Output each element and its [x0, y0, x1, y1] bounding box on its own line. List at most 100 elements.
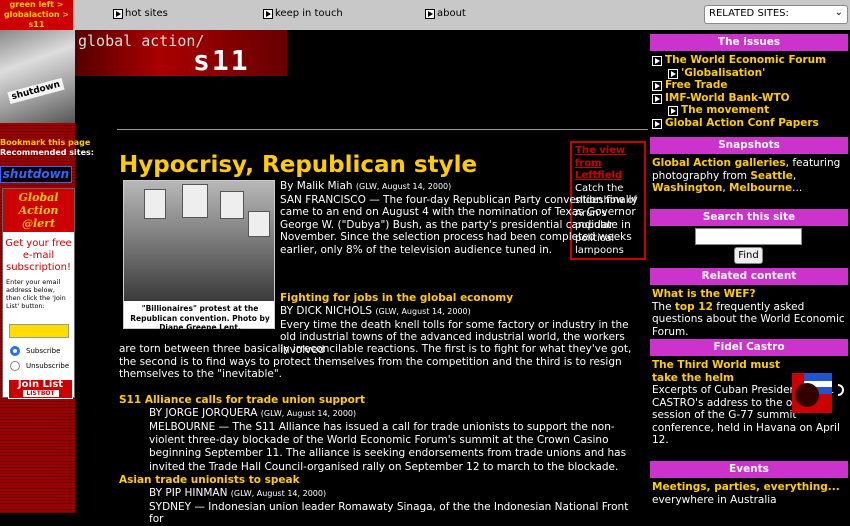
protest-sign	[144, 189, 166, 219]
story2-title[interactable]: Fighting for jobs in the global economy	[280, 292, 640, 305]
story3-title[interactable]: S11 Alliance calls for trade union suppo…	[119, 394, 642, 407]
search-input[interactable]	[695, 228, 802, 245]
join-list-button[interactable]: Join List LISTBOT	[8, 379, 73, 399]
story3-dateline: (GLW, August 14, 2000)	[260, 409, 357, 418]
banner-line1: global action/	[78, 32, 205, 50]
issue-label: Free Trade	[665, 79, 728, 91]
find-button[interactable]: Find	[734, 247, 763, 264]
view-title-line1: The view	[575, 145, 626, 156]
related-sites-select[interactable]: RELATED SITES: ⌄	[704, 5, 848, 24]
unsubscribe-option[interactable]: Unsubscribe	[10, 361, 74, 371]
story1-dateline: (GLW, August 14, 2000)	[355, 182, 452, 191]
snapshots-header: Snapshots	[650, 137, 848, 154]
related-pre: The	[652, 300, 675, 313]
breadcrumb-green-left[interactable]: green left >	[0, 0, 73, 10]
snapshots-text: Global Action galleries, featuring photo…	[650, 155, 848, 197]
story4-byline: BY PIP HINMAN	[149, 487, 228, 499]
story3-body: MELBOURNE — The S11 Alliance has issued …	[149, 420, 627, 473]
story3-byline: BY JORGE JORQUERA	[149, 407, 258, 419]
fidel-castro-header: Fidel Castro	[650, 339, 848, 356]
radio-selected-icon[interactable]	[10, 346, 20, 356]
play-arrow-icon	[425, 8, 435, 19]
events-link[interactable]: Meetings, parties, everything...	[652, 481, 846, 494]
seattle-link[interactable]: Seattle	[750, 170, 793, 182]
story4-title[interactable]: Asian trade unionists to speak	[119, 474, 642, 487]
join-list-label: Join List	[17, 379, 64, 390]
top12-link[interactable]: top 12	[675, 301, 713, 313]
nav-about[interactable]: about	[425, 8, 466, 19]
breadcrumb-s11[interactable]: s11	[0, 20, 73, 30]
photo-caption: "Billionaires" protest at the Republican…	[130, 304, 270, 332]
breadcrumb-globalaction[interactable]: globalaction >	[0, 10, 73, 20]
play-arrow-icon	[263, 8, 273, 19]
photo-image	[124, 181, 274, 301]
play-arrow-icon	[652, 81, 662, 91]
view-from-leftfield-link[interactable]: The view from Leftfield	[575, 145, 641, 183]
site-banner[interactable]: global action/ s11	[75, 30, 287, 76]
play-arrow-icon	[668, 68, 678, 79]
related-sites-label: RELATED SITES:	[709, 8, 789, 19]
issue-item-movement[interactable]: The movement	[652, 104, 846, 117]
protest-sign	[220, 191, 244, 219]
story-s11-alliance: S11 Alliance calls for trade union suppo…	[119, 394, 642, 474]
breadcrumb: green left > globalaction > s11	[0, 0, 73, 30]
snapshots-comma: ,	[722, 182, 730, 194]
issue-label: The World Economic Forum	[665, 54, 827, 66]
story4-body: SYDNEY — Indonesian union leader Romawat…	[149, 500, 629, 526]
alert-title: Global Action @lert	[3, 189, 74, 232]
castro-title-link[interactable]: The Third World must take the helm	[652, 359, 792, 384]
play-arrow-icon	[652, 118, 662, 129]
view-title-line2: from	[575, 157, 602, 169]
issue-label: IMF-World Bank-WTO	[665, 91, 790, 104]
play-arrow-icon	[113, 8, 123, 19]
story4-dateline: (GLW, August 14, 2000)	[230, 489, 327, 498]
nav-keep-in-touch-label: keep in touch	[275, 8, 343, 19]
protest-sign	[248, 211, 270, 237]
subscribe-option[interactable]: Subscribe	[10, 346, 74, 356]
issue-item-globalisation[interactable]: 'Globalisation'	[652, 67, 846, 80]
issue-item-imf[interactable]: IMF-World Bank-WTO	[652, 92, 846, 105]
nav-hot-sites[interactable]: hot sites	[113, 8, 168, 19]
castro-flag-portrait	[792, 373, 844, 413]
subscribe-label: Subscribe	[26, 347, 61, 355]
issue-label: 'Globalisation'	[681, 66, 766, 79]
galleries-link[interactable]: Global Action galleries	[652, 157, 786, 169]
chevron-down-icon: ⌄	[834, 7, 843, 18]
snapshots-ellipsis: ...	[792, 182, 803, 194]
masked-protester-image: shutdown	[0, 30, 75, 123]
issue-item-wef[interactable]: The World Economic Forum	[652, 54, 846, 67]
story1-body: SAN FRANCISCO — The four-day Republican …	[280, 193, 638, 256]
play-arrow-icon	[652, 56, 662, 66]
bookmark-area: Bookmark this page Recommended sites:	[0, 138, 94, 158]
issues-header: The issues	[650, 34, 848, 51]
alert-title-line2: Action @lert	[18, 204, 59, 230]
issues-list: The World Economic Forum 'Globalisation'…	[650, 52, 848, 131]
page-headline[interactable]: Hypocrisy, Republican style	[119, 152, 477, 178]
mask-text: shutdown	[7, 77, 65, 105]
alert-title-line1: Global	[18, 191, 59, 204]
protest-photo: "Billionaires" protest at the Republican…	[123, 180, 275, 332]
global-action-alert-box: Global Action @lert Get your free e-mail…	[2, 188, 75, 399]
washington-link[interactable]: Washington	[652, 182, 722, 194]
snapshots-comma: ,	[792, 169, 797, 182]
issue-item-conf-papers[interactable]: Global Action Conf Papers	[652, 117, 846, 130]
bookmark-link[interactable]: Bookmark this page	[0, 138, 94, 148]
shutdown-logo-link[interactable]: shutdown	[0, 166, 72, 183]
email-field[interactable]	[8, 324, 69, 338]
radio-empty-icon[interactable]	[10, 361, 20, 371]
related-content-header: Related content	[650, 268, 848, 285]
what-is-wef-link[interactable]: What is the WEF?	[652, 288, 846, 301]
story2-dateline: (GLW, August 14, 2000)	[375, 307, 471, 316]
alert-instructions: Enter your email address below, then cli…	[6, 278, 66, 310]
nav-keep-in-touch[interactable]: keep in touch	[263, 8, 343, 19]
events-text: Meetings, parties, everything... everywh…	[650, 479, 848, 508]
story1-byline: By Malik Miah	[280, 180, 353, 192]
story2-body-rest: are torn between three basically irrecon…	[119, 343, 632, 381]
protest-sign	[182, 184, 208, 218]
melbourne-link[interactable]: Melbourne	[729, 182, 792, 194]
recommended-label: Recommended sites:	[0, 148, 94, 157]
unsubscribe-label: Unsubscribe	[26, 362, 70, 370]
nav-about-label: about	[437, 8, 466, 19]
issue-item-free-trade[interactable]: Free Trade	[652, 79, 846, 92]
play-arrow-icon	[668, 106, 678, 116]
